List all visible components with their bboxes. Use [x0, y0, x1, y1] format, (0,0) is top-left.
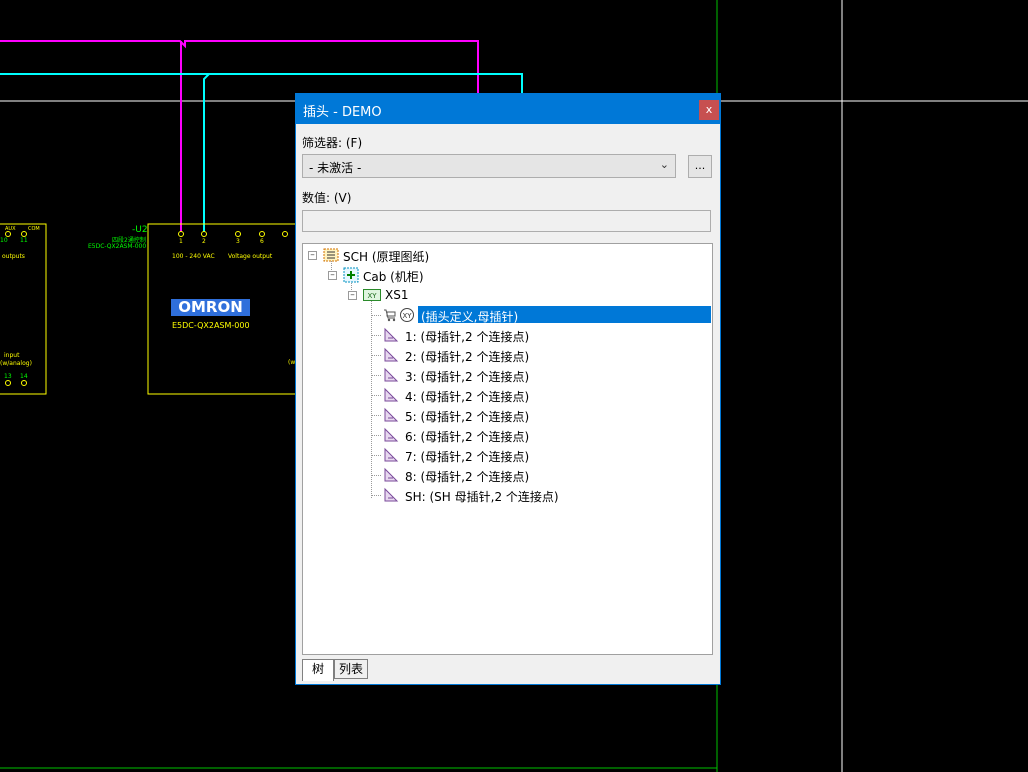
close-button[interactable]: x	[699, 100, 719, 120]
collapse-icon[interactable]: –	[308, 251, 317, 260]
left-input-label: input	[4, 352, 20, 359]
female-pin-icon	[384, 467, 399, 482]
device-part-number: E5DC-QX2ASM-000	[88, 243, 147, 250]
pin-6-circle	[259, 231, 265, 237]
tree-node-label: 3: (母插针,2 个连接点)	[405, 370, 530, 384]
left-pin-11-head: COM	[28, 226, 40, 232]
female-pin-icon	[384, 387, 399, 402]
xy-plug-icon: XY	[363, 289, 381, 301]
tree-node-pin[interactable]: 3: (母插针,2 个连接点)	[303, 366, 703, 384]
left-pin-14-circle	[21, 380, 27, 386]
left-pin-11-circle	[21, 231, 27, 237]
pin-3-circle	[235, 231, 241, 237]
svg-text:XY: XY	[402, 312, 412, 320]
chevron-down-icon: ⌄	[659, 158, 669, 171]
cart-icon	[384, 309, 396, 322]
device-tag: -U2	[132, 225, 148, 235]
tree-node-label: SH: (SH 母插针,2 个连接点)	[405, 490, 559, 504]
wire-magenta	[0, 40, 479, 93]
pin-3-label: 3	[236, 238, 240, 245]
tree-node-label: 7: (母插针,2 个连接点)	[405, 450, 530, 464]
female-pin-icon	[384, 427, 399, 442]
tree-node-label: 1: (母插针,2 个连接点)	[405, 330, 530, 344]
wire-cyan	[0, 73, 523, 93]
collapse-icon[interactable]: –	[348, 291, 357, 300]
tree-node-pin[interactable]: 8: (母插针,2 个连接点)	[303, 466, 703, 484]
tree-node-pin[interactable]: 7: (母插针,2 个连接点)	[303, 446, 703, 464]
tree-node-label: Cab (机柜)	[363, 270, 424, 284]
tree-node-label: SCH (原理图纸)	[343, 250, 430, 264]
female-pin-icon	[384, 447, 399, 462]
tree-node-label: 4: (母插针,2 个连接点)	[405, 390, 530, 404]
plug-tree[interactable]: – SCH (原理图纸) – Cab (机柜) – XY XS1 XY (插头定…	[302, 243, 713, 655]
tree-node-cab[interactable]: – Cab (机柜)	[303, 266, 703, 284]
tree-node-pin[interactable]: 2: (母插针,2 个连接点)	[303, 346, 703, 364]
filter-dropdown-value: - 未激活 -	[309, 161, 362, 175]
svg-text:XY: XY	[367, 292, 377, 300]
tree-node-sch[interactable]: – SCH (原理图纸)	[303, 246, 703, 264]
tab-tree[interactable]: 树	[302, 659, 334, 681]
omron-logo: OMRON	[171, 299, 250, 316]
left-pin-11-label: 11	[20, 237, 28, 244]
value-field[interactable]	[302, 210, 711, 232]
pin-1-label: 1	[179, 238, 183, 245]
left-pin-10-head: AUX	[5, 226, 16, 232]
female-pin-icon	[384, 367, 399, 382]
tree-node-pin[interactable]: 6: (母插针,2 个连接点)	[303, 426, 703, 444]
tree-node-pin[interactable]: 4: (母插针,2 个连接点)	[303, 386, 703, 404]
pin-1-circle	[178, 231, 184, 237]
left-pin-13-label: 13	[4, 373, 12, 380]
dialog-titlebar[interactable]: 插头 - DEMO x	[296, 94, 720, 124]
tree-node-plug-definition[interactable]: XY (插头定义,母插针)	[303, 306, 711, 324]
female-pin-icon	[384, 407, 399, 422]
tree-node-pin[interactable]: SH: (SH 母插针,2 个连接点)	[303, 486, 703, 504]
value-label: 数值: (V)	[302, 191, 352, 205]
tree-node-label: 8: (母插针,2 个连接点)	[405, 470, 530, 484]
schematic-list-icon	[323, 248, 339, 262]
left-analog-label: (w/analog)	[0, 360, 32, 367]
supply-label: 100 - 240 VAC	[172, 253, 215, 260]
left-device-outline	[0, 223, 47, 395]
tree-node-label: (插头定义,母插针)	[421, 310, 519, 324]
filter-more-button[interactable]: ...	[688, 155, 712, 178]
tree-node-pin[interactable]: 1: (母插针,2 个连接点)	[303, 326, 703, 344]
part-label: E5DC-QX2ASM-000	[172, 321, 250, 330]
pin-extra-circle	[282, 231, 288, 237]
voltage-output-label: Voltage output	[228, 253, 273, 260]
filter-dropdown[interactable]: - 未激活 - ⌄	[302, 154, 676, 178]
left-pin-14-label: 14	[20, 373, 28, 380]
dialog-title: 插头 - DEMO	[303, 105, 382, 120]
collapse-icon[interactable]: –	[328, 271, 337, 280]
pin-2-circle	[201, 231, 207, 237]
female-pin-icon	[384, 487, 399, 502]
pin-2-label: 2	[202, 238, 206, 245]
left-pin-10-label: 10	[0, 237, 8, 244]
left-pin-13-circle	[5, 380, 11, 386]
plug-dialog: 插头 - DEMO x 筛选器: (F) - 未激活 - ⌄ ... 数值: (…	[295, 93, 721, 685]
female-pin-icon	[384, 347, 399, 362]
left-outputs-label: outputs	[2, 253, 25, 260]
tree-node-xs1[interactable]: – XY XS1	[303, 286, 703, 304]
wire-cyan-drop	[203, 73, 210, 232]
tab-list[interactable]: 列表	[334, 659, 368, 679]
tree-node-label: XS1	[385, 288, 409, 302]
tree-node-pin[interactable]: 5: (母插针,2 个连接点)	[303, 406, 703, 424]
filter-label: 筛选器: (F)	[302, 136, 363, 150]
plug-definition-icon: XY	[400, 308, 414, 322]
tree-node-label: 6: (母插针,2 个连接点)	[405, 430, 530, 444]
cabinet-icon	[343, 267, 359, 283]
left-pin-10-circle	[5, 231, 11, 237]
female-pin-icon	[384, 327, 399, 342]
tree-node-label: 5: (母插针,2 个连接点)	[405, 410, 530, 424]
tree-node-label: 2: (母插针,2 个连接点)	[405, 350, 530, 364]
pin-6-label: 6	[260, 238, 264, 245]
